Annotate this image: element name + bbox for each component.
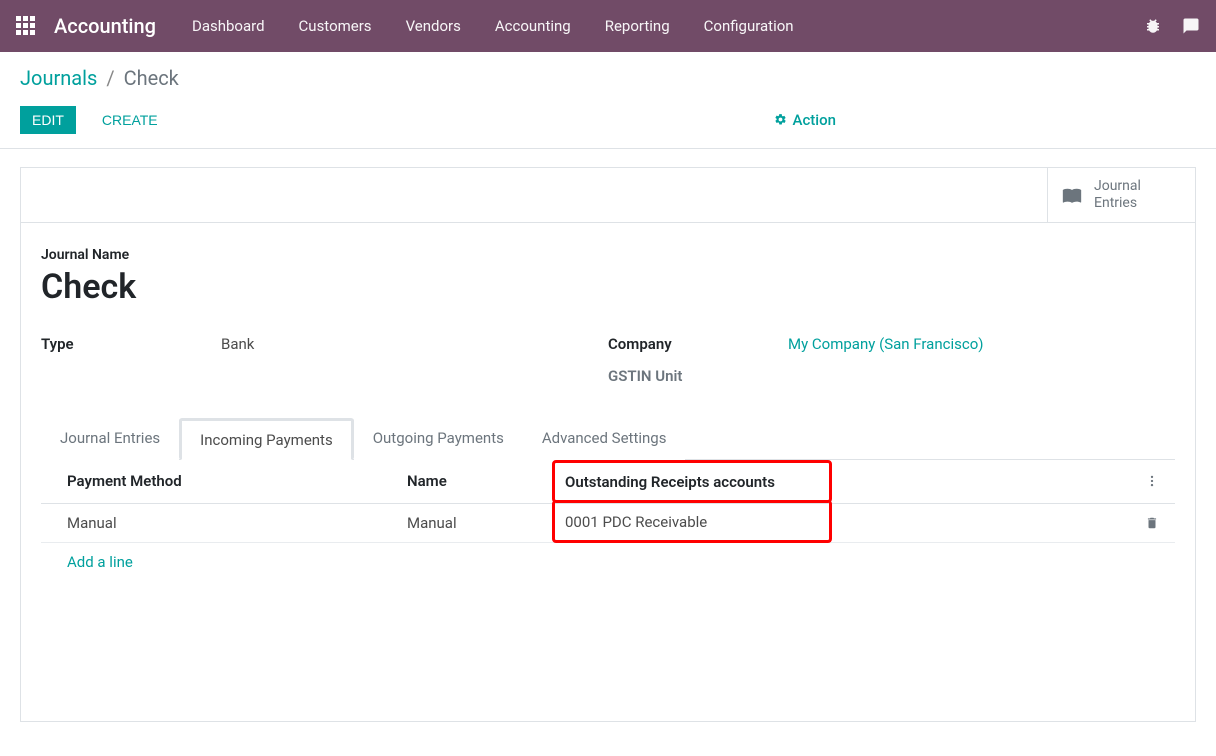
nav-customers[interactable]: Customers <box>299 17 372 35</box>
cell-payment-method: Manual <box>67 514 407 532</box>
tabs: Journal Entries Incoming Payments Outgoi… <box>41 417 1175 460</box>
journal-entries-label: Journal Entries <box>1094 178 1183 212</box>
breadcrumb-journals[interactable]: Journals <box>20 66 97 90</box>
columns-menu[interactable] <box>1137 474 1167 488</box>
nav-reporting[interactable]: Reporting <box>605 17 670 35</box>
nav-vendors[interactable]: Vendors <box>406 17 461 35</box>
delete-row[interactable] <box>1137 516 1167 530</box>
book-icon <box>1060 185 1084 205</box>
edit-button[interactable]: Edit <box>20 106 76 134</box>
th-outstanding: Outstanding Receipts accounts <box>565 473 829 491</box>
breadcrumb-current: Check <box>124 66 179 90</box>
journal-name-value: Check <box>41 267 1175 307</box>
tab-outgoing-payments[interactable]: Outgoing Payments <box>354 418 523 460</box>
card-top: Journal Entries <box>21 168 1195 223</box>
create-button[interactable]: Create <box>90 106 170 134</box>
form-row: Type Bank Company My Company (San Franci… <box>41 335 1175 399</box>
apps-icon[interactable] <box>16 16 36 36</box>
tab-incoming-payments[interactable]: Incoming Payments <box>179 418 354 460</box>
chat-icon[interactable] <box>1182 17 1200 35</box>
form-card: Journal Entries Journal Name Check Type … <box>20 167 1196 722</box>
company-label: Company <box>608 335 788 353</box>
bug-icon[interactable] <box>1144 17 1162 35</box>
cell-outstanding: 0001 PDC Receivable <box>565 513 707 531</box>
card-body: Journal Name Check Type Bank Company My … <box>21 223 1195 721</box>
table-row[interactable]: Manual Manual 0001 PDC Receivable <box>41 504 1175 543</box>
tab-journal-entries[interactable]: Journal Entries <box>41 418 179 460</box>
cell-outstanding-wrap: 0001 PDC Receivable <box>562 513 1137 533</box>
kebab-icon <box>1145 474 1159 488</box>
nav-configuration[interactable]: Configuration <box>704 17 794 35</box>
cell-name: Manual <box>407 514 562 532</box>
action-dropdown[interactable]: Action <box>774 111 836 129</box>
nav-dashboard[interactable]: Dashboard <box>192 17 265 35</box>
card-wrap: Journal Entries Journal Name Check Type … <box>0 149 1216 740</box>
table-header: Payment Method Name Outstanding Receipts… <box>41 460 1175 504</box>
th-name: Name <box>407 472 562 490</box>
breadcrumb-sep: / <box>106 66 114 90</box>
add-line-link[interactable]: Add a line <box>67 553 133 571</box>
th-outstanding-wrap: Outstanding Receipts accounts <box>562 470 1137 493</box>
tab-advanced-settings[interactable]: Advanced Settings <box>523 418 686 460</box>
sub-header: Journals / Check Edit Create Action <box>0 52 1216 149</box>
toolbar: Edit Create Action <box>20 106 1196 134</box>
trash-icon <box>1145 516 1159 530</box>
journal-entries-statbutton[interactable]: Journal Entries <box>1047 168 1195 222</box>
nav-accounting[interactable]: Accounting <box>495 17 571 35</box>
action-label: Action <box>793 111 836 129</box>
type-value: Bank <box>221 335 254 353</box>
topnav: Accounting Dashboard Customers Vendors A… <box>0 0 1216 52</box>
company-value[interactable]: My Company (San Francisco) <box>788 335 983 353</box>
add-line-row: Add a line <box>41 543 1175 581</box>
th-payment-method: Payment Method <box>67 472 407 490</box>
gear-icon <box>774 113 787 126</box>
journal-name-label: Journal Name <box>41 247 1175 263</box>
breadcrumb: Journals / Check <box>20 66 1196 90</box>
gstin-label: GSTIN Unit <box>608 367 788 385</box>
type-label: Type <box>41 335 221 353</box>
app-brand[interactable]: Accounting <box>54 14 156 38</box>
